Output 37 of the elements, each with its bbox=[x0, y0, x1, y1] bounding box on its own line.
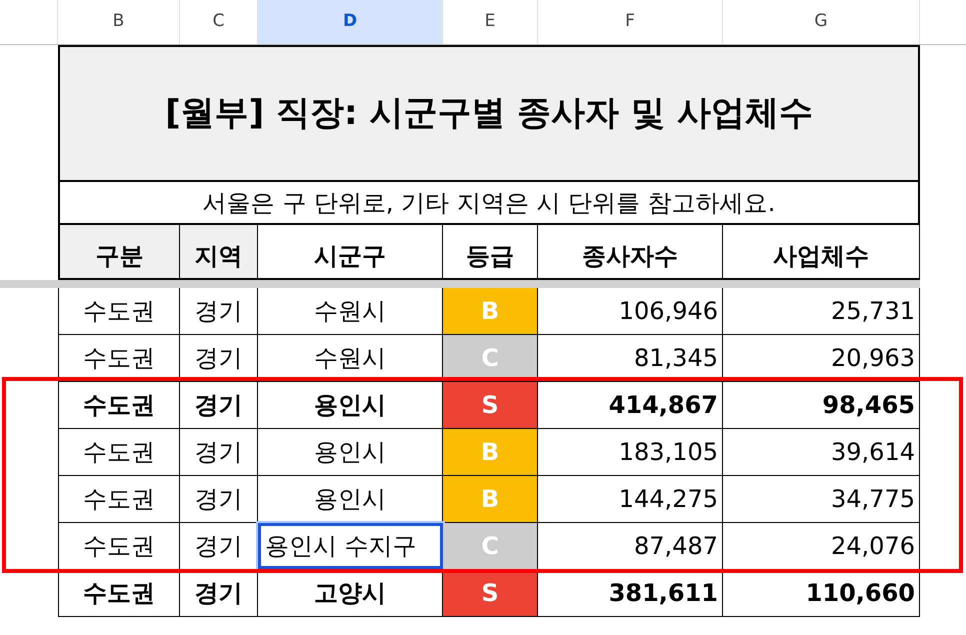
selected-cell[interactable]: 용인시 수지구 bbox=[258, 523, 443, 569]
column-heading: 지역 bbox=[180, 225, 258, 278]
region-cell: 경기 bbox=[180, 429, 258, 475]
group-cell: 수도권 bbox=[58, 335, 180, 381]
group-cell: 수도권 bbox=[58, 288, 180, 334]
number-cell: 34,775 bbox=[723, 476, 920, 522]
grade-badge: B bbox=[443, 476, 538, 522]
number-cell: 414,867 bbox=[538, 382, 723, 428]
grade-badge: S bbox=[443, 570, 538, 616]
region-cell: 경기 bbox=[180, 570, 258, 616]
number-cell: 24,076 bbox=[723, 523, 920, 569]
group-cell: 수도권 bbox=[58, 570, 180, 616]
grade-badge: S bbox=[443, 382, 538, 428]
region-cell: 경기 bbox=[180, 288, 258, 334]
number-cell: 25,731 bbox=[723, 288, 920, 334]
region-cell: 경기 bbox=[180, 335, 258, 381]
number-cell: 39,614 bbox=[723, 429, 920, 475]
number-cell: 144,275 bbox=[538, 476, 723, 522]
column-header[interactable]: D bbox=[258, 0, 443, 44]
number-cell: 20,963 bbox=[723, 335, 920, 381]
column-heading: 구분 bbox=[60, 225, 180, 278]
number-cell: 110,660 bbox=[723, 570, 920, 616]
number-cell: 106,946 bbox=[538, 288, 723, 334]
group-cell: 수도권 bbox=[58, 382, 180, 428]
group-cell: 수도권 bbox=[58, 476, 180, 522]
group-cell: 수도권 bbox=[58, 429, 180, 475]
sheet-title: [월부] 직장: 시군구별 종사자 및 사업체수 bbox=[58, 45, 920, 180]
number-cell: 81,345 bbox=[538, 335, 723, 381]
group-cell: 수도권 bbox=[58, 523, 180, 569]
sheet-subtitle: 서울은 구 단위로, 기타 지역은 시 단위를 참고하세요. bbox=[58, 180, 920, 225]
number-cell: 183,105 bbox=[538, 429, 723, 475]
grade-badge: B bbox=[443, 288, 538, 334]
region-cell: 경기 bbox=[180, 382, 258, 428]
number-cell: 87,487 bbox=[538, 523, 723, 569]
number-cell: 381,611 bbox=[538, 570, 723, 616]
grade-badge: B bbox=[443, 429, 538, 475]
number-cell: 98,465 bbox=[723, 382, 920, 428]
